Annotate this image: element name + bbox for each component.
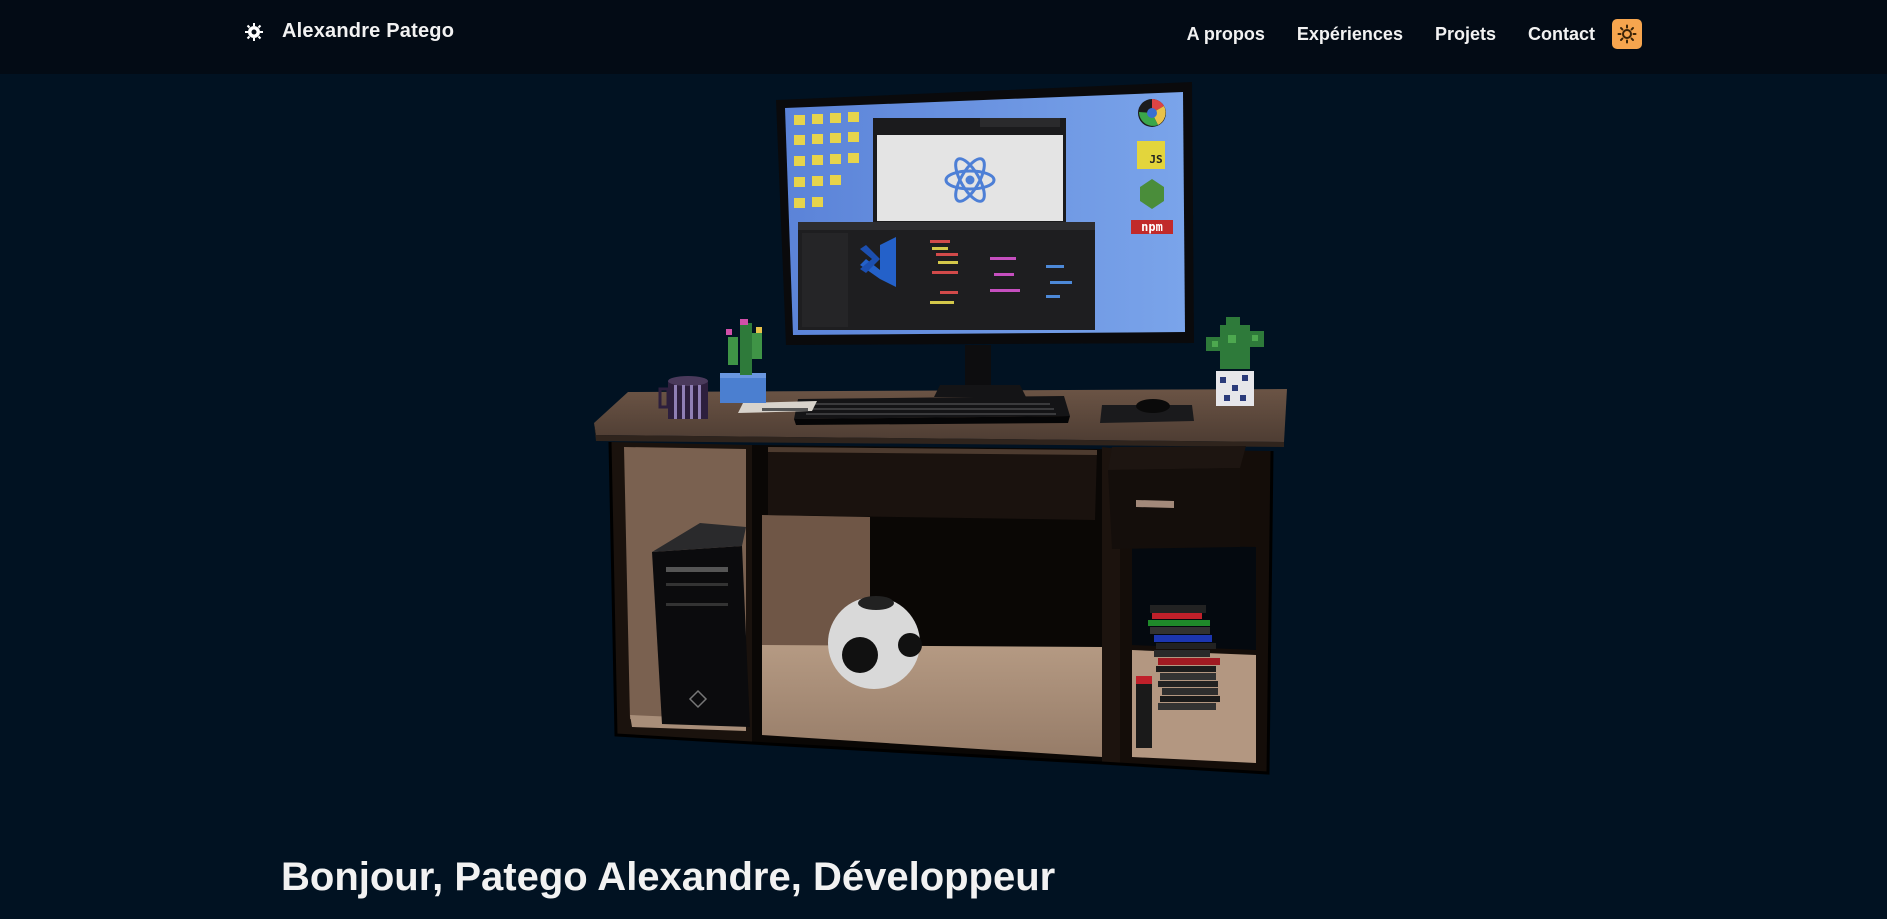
logo-icon	[245, 22, 263, 41]
brand-link[interactable]: Alexandre Patego	[244, 20, 454, 43]
chrome-icon	[1138, 99, 1166, 127]
nav-link-contact[interactable]: Contact	[1528, 18, 1595, 50]
keyboard	[794, 396, 1070, 425]
desk-drawer-side[interactable]	[1108, 446, 1246, 549]
site-header: Alexandre Patego A propos Expériences Pr…	[0, 0, 1887, 74]
nav-link-about[interactable]: A propos	[1187, 18, 1265, 50]
nav-link-experiences[interactable]: Expériences	[1297, 18, 1403, 50]
nav-link-projects[interactable]: Projets	[1435, 18, 1496, 50]
brand-name: Alexandre Patego	[282, 20, 455, 42]
js-badge-icon: JS	[1137, 141, 1165, 169]
sun-icon	[1617, 24, 1637, 44]
pc-tower	[652, 523, 750, 727]
svg-text:JS: JS	[1149, 153, 1162, 166]
cactus-plant	[720, 319, 766, 403]
svg-text:npm: npm	[1141, 220, 1163, 234]
theme-toggle-button[interactable]	[1612, 19, 1642, 49]
main-nav: A propos Expériences Projets Contact	[1155, 18, 1642, 50]
desk-drawer-center[interactable]	[768, 447, 1097, 520]
monitor: JS npm	[776, 82, 1194, 397]
hero-title: Bonjour, Patego Alexandre, Développeur	[281, 855, 1056, 899]
desk-scene-3d[interactable]: JS npm	[580, 75, 1300, 795]
npm-badge-icon: npm	[1131, 220, 1173, 234]
